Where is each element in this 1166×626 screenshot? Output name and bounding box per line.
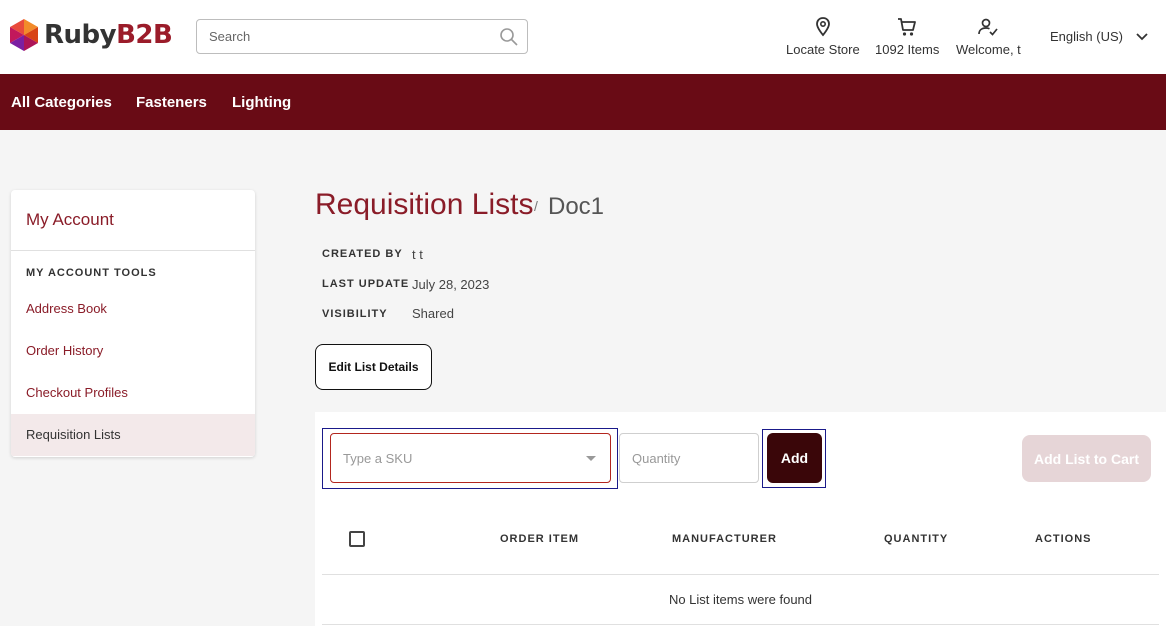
welcome-text: Welcome, t [956,42,1021,57]
list-name: Doc1 [548,193,605,220]
edit-list-details-button[interactable]: Edit List Details [315,344,432,390]
cart-count: 1092 Items [875,42,940,57]
language-label: English (US) [1050,29,1123,44]
sku-placeholder: Type a SKU [343,451,413,466]
quantity-input[interactable] [619,433,759,483]
map-pin-icon [815,17,830,37]
visibility-label: VISIBILITY [322,308,388,320]
add-button[interactable]: Add [767,433,822,483]
sku-select[interactable]: Type a SKU [330,433,611,483]
locate-store-label: Locate Store [786,42,860,57]
account-sidebar: My Account MY ACCOUNT TOOLS Address Book… [11,190,255,457]
breadcrumb-separator: / [534,198,538,214]
cart-link[interactable]: 1092 Items [875,16,939,57]
dropdown-caret-icon [586,456,596,461]
sidebar-section-heading: MY ACCOUNT TOOLS [26,267,157,279]
divider [11,250,255,251]
sidebar-item-address-book[interactable]: Address Book [11,288,255,330]
account-link[interactable]: Welcome, t [956,16,1021,57]
user-check-icon [978,18,999,36]
created-by-value: t t [412,247,423,262]
column-header-quantity[interactable]: QUANTITY [884,533,948,545]
site-header: RubyB2B Locate Store 1092 Items Welcome,… [0,0,1166,74]
search-box [196,19,528,54]
last-update-label: LAST UPDATE [322,278,410,290]
brand-name: RubyB2B [44,20,173,50]
search-input[interactable] [197,20,487,53]
add-list-to-cart-button[interactable]: Add List to Cart [1022,435,1151,482]
nav-item-lighting[interactable]: Lighting [232,94,291,111]
page-title: Requisition Lists [315,188,534,221]
column-header-actions: ACTIONS [1035,533,1092,545]
select-all-checkbox[interactable] [349,531,365,547]
empty-state-message: No List items were found [668,592,813,607]
last-update-value: July 28, 2023 [412,277,490,292]
sidebar-title: My Account [26,210,114,229]
table-header-divider [322,574,1159,575]
language-selector[interactable]: English (US) [1050,29,1149,44]
brand-logo[interactable]: RubyB2B [10,18,173,52]
nav-item-all-categories[interactable]: All Categories [11,94,112,111]
column-header-manufacturer[interactable]: MANUFACTURER [672,533,777,545]
cart-icon [898,18,917,36]
category-nav: All Categories Fasteners Lighting [0,74,1166,130]
chevron-down-icon [1136,32,1148,40]
locate-store-link[interactable]: Locate Store [786,16,860,57]
sidebar-item-checkout-profiles[interactable]: Checkout Profiles [11,372,255,414]
nav-item-fasteners[interactable]: Fasteners [136,94,207,111]
table-row-divider [322,624,1159,625]
visibility-value: Shared [412,306,454,321]
sidebar-item-requisition-lists[interactable]: Requisition Lists [11,414,255,456]
hexagon-logo-icon [10,19,38,51]
search-icon[interactable] [499,27,519,47]
created-by-label: CREATED BY [322,248,403,260]
sidebar-item-order-history[interactable]: Order History [11,330,255,372]
column-header-order-item[interactable]: ORDER ITEM [500,533,579,545]
